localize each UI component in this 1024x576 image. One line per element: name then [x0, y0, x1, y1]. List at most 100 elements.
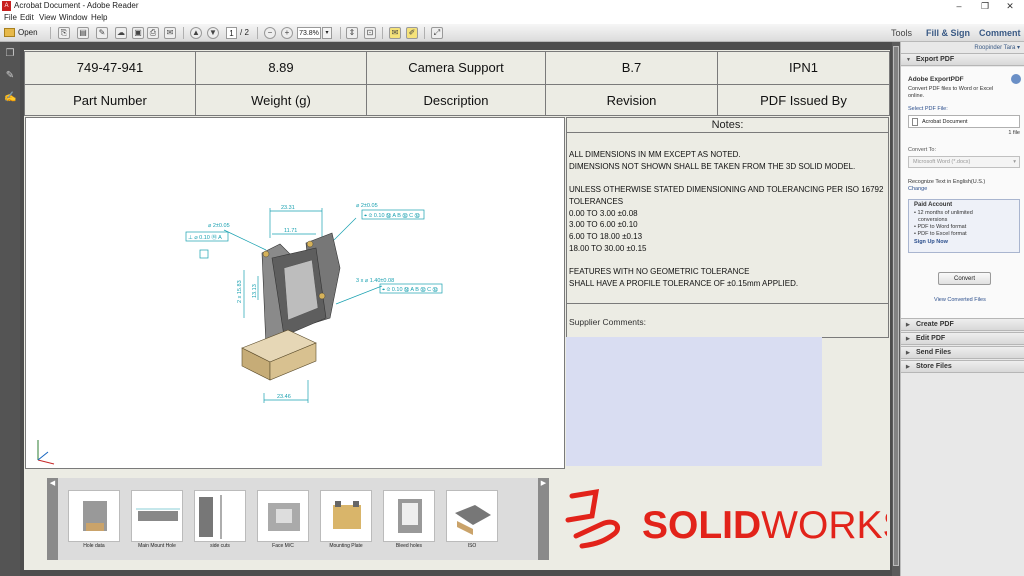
- send-files-section-header[interactable]: ▶ Send Files: [901, 346, 1024, 359]
- sign-up-link[interactable]: Sign Up Now: [914, 239, 948, 245]
- sticky-note-icon[interactable]: ✉: [389, 27, 401, 39]
- scrollbar-thumb[interactable]: [893, 46, 899, 566]
- vertical-scrollbar[interactable]: [892, 42, 900, 576]
- file-name: Acrobat Document: [922, 119, 968, 125]
- paid-account-item: • PDF to Word format: [914, 224, 967, 230]
- send-files-label: Send Files: [916, 349, 952, 356]
- view-thumbnail[interactable]: [194, 490, 246, 542]
- zoom-out-icon[interactable]: −: [264, 27, 276, 39]
- tab-fill-sign[interactable]: Fill & Sign: [926, 24, 970, 42]
- highlight-icon[interactable]: ✐: [406, 27, 418, 39]
- previous-page-icon[interactable]: ▲: [190, 27, 202, 39]
- note-line: UNLESS OTHERWISE STATED DIMENSIONING AND…: [569, 185, 884, 195]
- note-line: FEATURES WITH NO GEOMETRIC TOLERANCE: [569, 267, 750, 276]
- view-thumbnail[interactable]: [383, 490, 435, 542]
- create-pdf-label: Create PDF: [916, 321, 954, 328]
- restore-button[interactable]: ❐: [974, 0, 996, 12]
- revision-value: B.7: [546, 52, 718, 85]
- camera-support-model[interactable]: 23.31 11.71 ⌀ 2±0.05 ⊥ ⌀ 0.10 Ⓜ A ⌀ 2±0.…: [26, 118, 564, 468]
- toolbar-separator: [382, 27, 383, 39]
- document-icon: [912, 118, 918, 126]
- notes-body: ALL DIMENSIONS IN MM EXCEPT AS NOTED. DI…: [566, 133, 889, 304]
- navigation-pane: ❐ ✎ ✍: [0, 42, 20, 576]
- zoom-dropdown-chevron-icon[interactable]: ▾: [322, 27, 332, 39]
- view-thumbnail[interactable]: [320, 490, 372, 542]
- pdf-portfolio-icon[interactable]: ▤: [77, 27, 89, 39]
- note-line: [569, 254, 888, 266]
- export-pdf-section-header[interactable]: ▼ Export PDF: [901, 53, 1024, 66]
- view-thumbnail[interactable]: [257, 490, 309, 542]
- view-thumbnail[interactable]: [446, 490, 498, 542]
- description-value: Camera Support: [367, 52, 546, 85]
- paid-account-item: conversions: [918, 217, 948, 223]
- edit-pdf-section-header[interactable]: ▶ Edit PDF: [901, 332, 1024, 345]
- store-files-section-header[interactable]: ▶ Store Files: [901, 360, 1024, 373]
- supplier-comments-field[interactable]: [566, 337, 822, 466]
- open-button[interactable]: Open: [4, 26, 38, 40]
- description-header: Description: [367, 85, 546, 116]
- thumbnail-scroll-left[interactable]: ◀: [47, 478, 58, 560]
- recognize-text-label: Recognize Text in English(U.S.): [908, 179, 986, 185]
- signature-icon[interactable]: ✍: [4, 92, 16, 104]
- window-title: Acrobat Document - Adobe Reader: [14, 1, 139, 10]
- menu-help[interactable]: Help: [91, 12, 107, 24]
- thumbnail-preview: [455, 505, 491, 535]
- view-converted-files-link[interactable]: View Converted Files: [934, 297, 986, 303]
- supplier-comments-label: Supplier Comments:: [566, 304, 889, 338]
- page-number-input[interactable]: 1: [226, 27, 237, 39]
- file-count: 1 file: [1008, 130, 1020, 136]
- feature-control-frame: ⊥ ⌀ 0.10 Ⓜ A: [188, 233, 222, 241]
- menu-window[interactable]: Window: [59, 12, 87, 24]
- create-pdf-icon[interactable]: ⎘: [58, 27, 70, 39]
- print-icon[interactable]: ⎙: [147, 27, 159, 39]
- note-line: [569, 172, 888, 184]
- convert-to-select[interactable]: Microsoft Word (*.docx) ▾: [908, 156, 1020, 168]
- email-icon[interactable]: ✉: [164, 27, 176, 39]
- menu-view[interactable]: View: [39, 12, 56, 24]
- acrobat-com-icon: [1011, 74, 1021, 84]
- cloud-upload-icon[interactable]: ☁: [115, 27, 127, 39]
- paid-account-item: • 12 months of unlimited: [914, 210, 973, 216]
- scrolling-mode-icon[interactable]: ⇕: [346, 27, 358, 39]
- ds-logo-icon: SOLIDWORKS: [565, 488, 909, 549]
- full-screen-icon[interactable]: ⤢: [431, 27, 443, 39]
- view-thumbnail[interactable]: [68, 490, 120, 542]
- user-account-menu[interactable]: Roopinder Tara ▾: [974, 44, 1020, 51]
- menu-file[interactable]: File: [4, 12, 17, 24]
- menu-bar: File Edit View Window Help: [0, 12, 1024, 24]
- zoom-in-icon[interactable]: +: [281, 27, 293, 39]
- tab-comment[interactable]: Comment: [979, 24, 1021, 42]
- paid-account-box: Paid Account • 12 months of unlimited co…: [908, 199, 1020, 253]
- menu-edit[interactable]: Edit: [20, 12, 34, 24]
- attachments-icon[interactable]: ✎: [4, 70, 16, 82]
- convert-button[interactable]: Convert: [938, 272, 991, 285]
- change-link[interactable]: Change: [908, 186, 927, 192]
- next-page-icon[interactable]: ▼: [207, 27, 219, 39]
- paid-account-item: • PDF to Excel format: [914, 231, 967, 237]
- zoom-level-input[interactable]: 73.8%: [297, 27, 321, 39]
- thumbnail-preview: [333, 501, 361, 529]
- expanded-triangle-icon: ▼: [906, 57, 911, 63]
- notes-title: Notes:: [566, 117, 889, 133]
- thumbnail-preview: [398, 499, 422, 533]
- note-line: 3.00 TO 6.00 ±0.10: [569, 220, 638, 230]
- fit-page-icon[interactable]: ⊡: [364, 27, 376, 39]
- save-icon[interactable]: ▣: [132, 27, 144, 39]
- thumbnail-scroll-right[interactable]: ▶: [538, 478, 549, 560]
- issued-by-header: PDF Issued By: [760, 93, 847, 108]
- adobe-export-desc: online.: [908, 93, 925, 99]
- close-button[interactable]: ✕: [999, 0, 1021, 12]
- edit-icon[interactable]: ✎: [96, 27, 108, 39]
- page-thumbnails-icon[interactable]: ❐: [4, 48, 16, 60]
- create-pdf-section-header[interactable]: ▶ Create PDF: [901, 318, 1024, 331]
- solidworks-logo: SOLIDWORKS: [562, 486, 909, 550]
- view-thumbnail[interactable]: [131, 490, 183, 542]
- thumbnail-label: Face M/C: [272, 543, 294, 549]
- selected-pdf-file[interactable]: Acrobat Document: [908, 115, 1020, 128]
- thumbnail-preview: [83, 501, 107, 531]
- minimize-button[interactable]: –: [948, 0, 970, 12]
- collapsed-triangle-icon: ▶: [906, 350, 910, 356]
- 3d-model-view[interactable]: 23.31 11.71 ⌀ 2±0.05 ⊥ ⌀ 0.10 Ⓜ A ⌀ 2±0.…: [25, 117, 565, 469]
- tab-tools[interactable]: Tools: [891, 24, 912, 42]
- note-line: ALL DIMENSIONS IN MM EXCEPT AS NOTED.: [569, 150, 741, 159]
